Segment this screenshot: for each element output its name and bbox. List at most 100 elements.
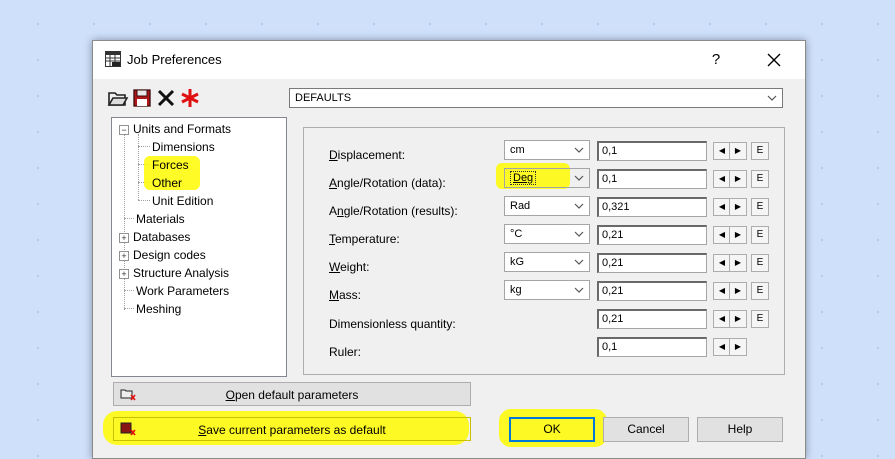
tree-line [124, 308, 134, 309]
value-text: 0,1 [602, 341, 618, 353]
save-as-default-button[interactable]: Save current parameters as default [113, 417, 471, 441]
value-text: 0,21 [602, 257, 624, 269]
spin-right-button[interactable]: ▶ [729, 198, 747, 216]
spin-right-button[interactable]: ▶ [729, 254, 747, 272]
edit-e-button[interactable]: E [751, 226, 769, 244]
spin-right-button[interactable]: ▶ [729, 170, 747, 188]
chevron-down-icon [574, 147, 584, 153]
title-bar[interactable]: Job Preferences ? [93, 41, 805, 79]
collapse-toggle[interactable]: − [119, 125, 129, 135]
tree-item-forces[interactable]: Forces [152, 158, 189, 172]
unit-value: °C [510, 228, 523, 240]
chevron-down-icon [574, 203, 584, 209]
tree-item-meshing[interactable]: Meshing [136, 302, 181, 316]
param-label-dimensionless: Dimensionless quantity: [329, 317, 456, 331]
unit-dropdown-angle-results[interactable]: Rad [504, 196, 590, 216]
param-label-angle-results: Angle/Rotation (results): [329, 204, 458, 218]
value-field-temperature[interactable]: 0,21 [597, 225, 707, 245]
spin-right-button[interactable]: ▶ [729, 142, 747, 160]
edit-e-button[interactable]: E [751, 310, 769, 328]
cancel-button[interactable]: Cancel [603, 417, 689, 442]
red-star-icon[interactable] [179, 87, 201, 109]
delete-x-icon[interactable] [155, 87, 177, 109]
tree-line [124, 218, 134, 219]
param-label-mass: Mass: [329, 288, 362, 302]
spin-right-button[interactable]: ▶ [729, 226, 747, 244]
unit-dropdown-weight[interactable]: kG [504, 252, 590, 272]
param-label-angle-data: Angle/Rotation (data): [329, 176, 446, 190]
tree-item-structure-analysis[interactable]: Structure Analysis [133, 266, 229, 280]
spin-buttons: ◀ ▶ [713, 282, 747, 300]
unit-dropdown-angle-data[interactable]: Deg [504, 168, 590, 188]
spin-right-button[interactable]: ▶ [729, 310, 747, 328]
tree-line [138, 146, 150, 147]
edit-e-button[interactable]: E [751, 142, 769, 160]
unit-dropdown-displacement[interactable]: cm [504, 140, 590, 160]
spin-buttons: ◀ ▶ [713, 338, 747, 356]
open-default-parameters-button[interactable]: Open default parameters [113, 382, 471, 406]
chevron-down-icon [767, 95, 777, 101]
unit-value: Rad [510, 200, 531, 212]
open-folder-icon[interactable] [107, 87, 129, 109]
ok-button[interactable]: OK [509, 417, 595, 442]
value-text: 0,21 [602, 229, 624, 241]
unit-dropdown-temperature[interactable]: °C [504, 224, 590, 244]
chevron-down-icon [574, 175, 584, 181]
tree-line [124, 290, 134, 291]
edit-e-button[interactable]: E [751, 198, 769, 216]
expand-toggle[interactable]: + [119, 269, 129, 279]
tree-item-dimensions[interactable]: Dimensions [152, 140, 215, 154]
value-text: 0,21 [602, 313, 624, 325]
value-field-weight[interactable]: 0,21 [597, 253, 707, 273]
value-text: 0,1 [602, 173, 618, 185]
value-text: 0,21 [602, 285, 624, 297]
value-field-angle-data[interactable]: 0,1 [597, 169, 707, 189]
floppy-disk-icon[interactable] [131, 87, 153, 109]
value-field-angle-results[interactable]: 0,321 [597, 197, 707, 217]
edit-e-button[interactable]: E [751, 254, 769, 272]
value-field-displacement[interactable]: 0,1 [597, 141, 707, 161]
param-label-temperature: Temperature: [329, 232, 400, 246]
help-button[interactable]: Help [697, 417, 783, 442]
profile-selected-value: DEFAULTS [295, 92, 352, 104]
value-field-ruler[interactable]: 0,1 [597, 337, 707, 357]
value-field-mass[interactable]: 0,21 [597, 281, 707, 301]
window-title: Job Preferences [127, 52, 222, 67]
unit-dropdown-mass[interactable]: kg [504, 280, 590, 300]
tree-line [138, 134, 139, 200]
tree-item-units-and-formats[interactable]: Units and Formats [133, 122, 231, 136]
profile-dropdown[interactable]: DEFAULTS [289, 88, 783, 108]
unit-value: kG [510, 256, 525, 268]
param-label-weight: Weight: [329, 260, 370, 274]
tree-item-design-codes[interactable]: Design codes [133, 248, 206, 262]
value-text: 0,1 [602, 145, 618, 157]
tree-item-other[interactable]: Other [152, 176, 182, 190]
close-icon [767, 53, 781, 67]
chevron-down-icon [574, 287, 584, 293]
edit-e-button[interactable]: E [751, 170, 769, 188]
param-label-ruler: Ruler: [329, 345, 362, 359]
unit-value: kg [510, 284, 522, 296]
edit-e-button[interactable]: E [751, 282, 769, 300]
close-button[interactable] [757, 46, 791, 74]
help-title-button[interactable]: ? [703, 47, 729, 73]
tree-item-databases[interactable]: Databases [133, 230, 190, 244]
spin-right-button[interactable]: ▶ [729, 282, 747, 300]
spin-buttons: ◀ ▶ [713, 170, 747, 188]
tree-line [138, 200, 150, 201]
tree-item-unit-edition[interactable]: Unit Edition [152, 194, 213, 208]
job-preferences-dialog: Job Preferences ? DEFAULTS − Units and F… [92, 40, 806, 459]
spin-right-button[interactable]: ▶ [729, 338, 747, 356]
expand-toggle[interactable]: + [119, 233, 129, 243]
spin-buttons: ◀ ▶ [713, 142, 747, 160]
spin-buttons: ◀ ▶ [713, 198, 747, 216]
spin-buttons: ◀ ▶ [713, 226, 747, 244]
value-field-dimensionless[interactable]: 0,21 [597, 309, 707, 329]
spin-buttons: ◀ ▶ [713, 310, 747, 328]
tree-line [124, 132, 125, 310]
param-label-displacement: Displacement: [329, 148, 406, 162]
preferences-tree[interactable]: − Units and Formats Dimensions Forces Ot… [111, 117, 287, 377]
tree-item-work-parameters[interactable]: Work Parameters [136, 284, 229, 298]
expand-toggle[interactable]: + [119, 251, 129, 261]
tree-item-materials[interactable]: Materials [136, 212, 185, 226]
